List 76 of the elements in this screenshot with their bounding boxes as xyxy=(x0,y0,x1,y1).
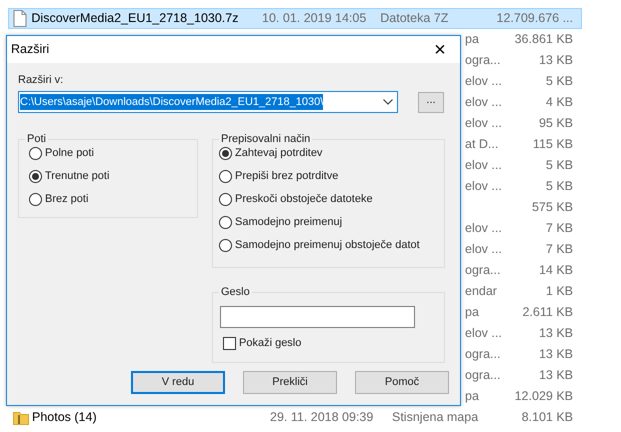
file-type: pa xyxy=(465,32,479,46)
file-size: 36.861 KB xyxy=(514,31,573,48)
radio-label: Prepiši brez potrditve xyxy=(235,169,338,184)
browse-button[interactable]: ... xyxy=(418,92,444,112)
file-size: 7 KB xyxy=(546,220,573,238)
file-type: elov ... xyxy=(465,116,502,130)
radio-label: Samodejno preimenuj obstoječe datot xyxy=(235,238,420,254)
checkbox-label: Pokaži geslo xyxy=(239,336,302,351)
file-type: elov ... xyxy=(465,95,502,110)
file-row[interactable]: Photos (14) 29. 11. 2018 09:39 Stisnjena mapa 8.101 KB xyxy=(8,407,582,428)
file-size: 8.101 KB xyxy=(522,409,573,426)
radio-button[interactable] xyxy=(29,193,42,206)
file-size: 13 KB xyxy=(538,346,573,364)
document-icon xyxy=(13,10,28,27)
file-date: 10. 01. 2019 14:05 xyxy=(262,11,366,26)
radio-button[interactable] xyxy=(219,170,232,183)
file-type: elov ... xyxy=(465,326,502,340)
chevron-down-icon xyxy=(383,99,393,105)
field-label: Razširi v: xyxy=(18,73,64,87)
file-type: ogra... xyxy=(465,263,500,278)
radio-label: Samodejno preimenuj xyxy=(235,215,342,230)
radio-button[interactable] xyxy=(219,193,232,206)
path-text: C:\Users\asaje\Downloads\DiscoverMedia2_EU1_2718_1030\ xyxy=(20,94,324,110)
file-type: endar xyxy=(465,284,497,298)
file-type: pa xyxy=(465,305,479,320)
file-size: 13 KB xyxy=(538,325,573,342)
file-size: 4 KB xyxy=(546,94,573,112)
file-type: elov ... xyxy=(465,242,502,256)
file-type: Stisnjena mapa xyxy=(392,410,478,424)
file-size: 14 KB xyxy=(538,262,573,280)
file-size: 12.029 KB xyxy=(514,388,573,406)
radio-button[interactable] xyxy=(219,147,232,160)
file-type: elov ... xyxy=(465,179,502,194)
radio-button[interactable] xyxy=(219,216,232,229)
file-type: elov ... xyxy=(465,221,502,236)
file-size: 5 KB xyxy=(546,157,573,174)
file-date: 29. 11. 2018 09:39 xyxy=(270,410,374,424)
radio-label: Preskoči obstoječe datoteke xyxy=(235,192,373,208)
dialog-button[interactable]: V redu xyxy=(131,371,225,394)
checkbox[interactable] xyxy=(223,336,236,350)
file-type: ogra... xyxy=(465,347,500,362)
file-size: 115 KB xyxy=(532,136,573,154)
password-field[interactable] xyxy=(220,306,415,328)
zip-folder-icon xyxy=(12,410,28,424)
destination-combobox[interactable]: C:\Users\asaje\Downloads\DiscoverMedia2_EU1_2718_1030\ xyxy=(18,91,398,113)
file-type: elov ... xyxy=(465,158,502,172)
file-type: Datoteka 7Z xyxy=(380,11,448,26)
radio-button[interactable] xyxy=(29,147,42,160)
file-type: ogra... xyxy=(465,368,500,382)
file-size: 7 KB xyxy=(546,241,573,258)
file-name: Photos (14) xyxy=(32,410,97,424)
radio-label: Polne poti xyxy=(45,146,94,162)
window-title: Razširi xyxy=(11,41,50,58)
radio-button[interactable] xyxy=(219,239,232,252)
file-size: 12.709.676 ... xyxy=(496,10,573,28)
close-button[interactable]: × xyxy=(420,36,460,63)
file-row[interactable]: DiscoverMedia2_EU1_2718_1030.7z 10. 01. 2019 14:05 Datoteka 7Z 12.709.676 ... xyxy=(8,8,582,29)
group-title: Prepisovalni način xyxy=(219,132,312,146)
radio-button[interactable] xyxy=(29,170,42,183)
file-type: ogra... xyxy=(465,53,500,68)
dialog-button[interactable]: Prekliči xyxy=(243,371,337,394)
file-size: 13 KB xyxy=(538,52,573,70)
file-size: 1 KB xyxy=(546,283,573,300)
file-size: 95 KB xyxy=(538,115,573,132)
radio-label: Trenutne poti xyxy=(45,169,110,184)
radio-label: Zahtevaj potrditev xyxy=(235,146,322,162)
file-type: pa xyxy=(465,389,479,404)
file-type: elov ... xyxy=(465,74,502,88)
dialog-button[interactable]: Pomoč xyxy=(355,371,449,394)
file-size: 5 KB xyxy=(546,178,573,196)
file-name: DiscoverMedia2_EU1_2718_1030.7z xyxy=(31,11,238,26)
file-size: 2.611 KB xyxy=(522,304,573,322)
radio-label: Brez poti xyxy=(45,192,88,208)
file-size: 13 KB xyxy=(538,367,573,384)
file-size: 5 KB xyxy=(546,73,573,90)
file-type: at D... xyxy=(465,137,498,152)
